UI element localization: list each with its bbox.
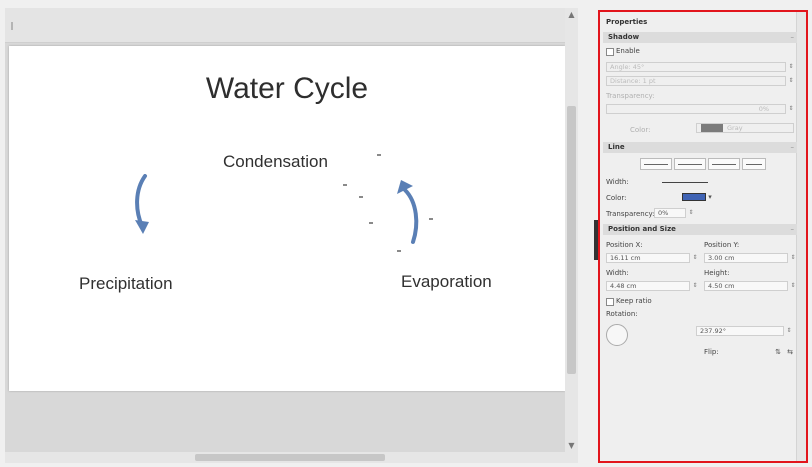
line-transparency-label: Transparency: [606, 210, 655, 218]
rotation-label: Rotation: [606, 310, 638, 318]
rotation-field[interactable]: 237.92° [696, 326, 784, 336]
shadow-angle-field[interactable]: Angle: 45° [606, 62, 786, 72]
slide-workspace: Water Cycle Condensation Precipitation E… [5, 8, 578, 463]
line-color-label: Color: [606, 194, 627, 202]
rotation-dial[interactable] [606, 324, 628, 346]
top-ruler [5, 8, 578, 43]
line-width-preview[interactable] [662, 182, 708, 183]
position-y-field[interactable]: 3.00 cm [704, 253, 788, 263]
spin-icon[interactable]: ⇕ [788, 76, 794, 86]
horizontal-scrollbar[interactable] [5, 452, 565, 463]
shadow-header-label: Shadow [608, 33, 640, 41]
line-transparency-field[interactable]: 0% [654, 208, 686, 218]
width-label: Width: [606, 269, 629, 277]
shadow-distance-field[interactable]: Distance: 1 pt [606, 76, 786, 86]
condensation-label[interactable]: Condensation [223, 152, 328, 172]
selection-handle[interactable] [429, 218, 433, 220]
vertical-scroll-thumb[interactable] [567, 106, 576, 374]
spin-icon[interactable]: ⇕ [786, 326, 792, 336]
shadow-color-label: Color: [630, 126, 651, 134]
flip-horizontal-icon[interactable]: ⇆ [786, 348, 794, 356]
flip-vertical-icon[interactable]: ⇅ [774, 348, 782, 356]
ruler-mark [11, 22, 13, 30]
impress-window: Water Cycle Condensation Precipitation E… [0, 0, 812, 467]
spin-icon[interactable]: ⇕ [788, 104, 794, 114]
width-field[interactable]: 4.48 cm [606, 281, 690, 291]
line-end-style[interactable] [708, 158, 740, 170]
collapse-icon[interactable]: – [791, 32, 795, 43]
scroll-down-icon[interactable]: ▼ [567, 441, 576, 450]
shadow-section-header[interactable]: Shadow – [603, 32, 797, 43]
position-size-section-header[interactable]: Position and Size – [603, 224, 797, 235]
shadow-enable-checkbox[interactable] [606, 48, 614, 56]
evaporation-arrow[interactable] [395, 176, 425, 248]
properties-sidebar: Properties Shadow – Enable Angle: 45° ⇕ … [598, 10, 808, 463]
shadow-enable-label: Enable [616, 47, 640, 55]
shadow-color-swatch [701, 124, 723, 132]
sidebar-tab-bar[interactable] [796, 12, 806, 461]
line-color-swatch[interactable] [682, 193, 706, 201]
line-width-label: Width: [606, 178, 629, 186]
shadow-transparency-label: Transparency: [606, 92, 655, 100]
position-x-label: Position X: [606, 241, 643, 249]
vertical-scrollbar[interactable]: ▲ ▼ [565, 8, 578, 463]
spin-icon[interactable]: ⇕ [788, 62, 794, 72]
selection-handle[interactable] [343, 184, 347, 186]
spin-icon[interactable]: ⇕ [688, 208, 694, 218]
slide-title[interactable]: Water Cycle [9, 72, 565, 106]
precipitation-label[interactable]: Precipitation [79, 274, 173, 294]
line-start-style[interactable] [640, 158, 672, 170]
height-label: Height: [704, 269, 730, 277]
precipitation-arrow[interactable] [131, 174, 153, 236]
position-size-header-label: Position and Size [608, 225, 676, 233]
keep-ratio-label: Keep ratio [616, 297, 652, 305]
position-x-field[interactable]: 16.11 cm [606, 253, 690, 263]
spin-icon[interactable]: ⇕ [790, 281, 796, 291]
shadow-transparency-field[interactable]: 0% [606, 104, 786, 114]
position-y-label: Position Y: [704, 241, 740, 249]
spin-icon[interactable]: ⇕ [790, 253, 796, 263]
spin-icon[interactable]: ⇕ [692, 281, 698, 291]
sidebar-title: Properties [606, 18, 648, 26]
height-field[interactable]: 4.50 cm [704, 281, 788, 291]
slide-canvas[interactable]: Water Cycle Condensation Precipitation E… [9, 46, 565, 391]
horizontal-scroll-thumb[interactable] [195, 454, 385, 461]
collapse-icon[interactable]: – [791, 224, 795, 235]
keep-ratio-checkbox[interactable] [606, 298, 614, 306]
flip-label: Flip: [704, 348, 719, 356]
scroll-up-icon[interactable]: ▲ [567, 10, 576, 19]
selection-handle[interactable] [397, 250, 401, 252]
line-header-label: Line [608, 143, 625, 151]
evaporation-label[interactable]: Evaporation [401, 272, 492, 292]
selection-handle[interactable] [359, 196, 363, 198]
line-arrow-style[interactable] [742, 158, 766, 170]
line-section-header[interactable]: Line – [603, 142, 797, 153]
dropdown-icon[interactable]: ▾ [706, 193, 714, 201]
selection-handle[interactable] [369, 222, 373, 224]
collapse-icon[interactable]: – [791, 142, 795, 153]
selection-handle[interactable] [377, 154, 381, 156]
line-style[interactable] [674, 158, 706, 170]
spin-icon[interactable]: ⇕ [692, 253, 698, 263]
